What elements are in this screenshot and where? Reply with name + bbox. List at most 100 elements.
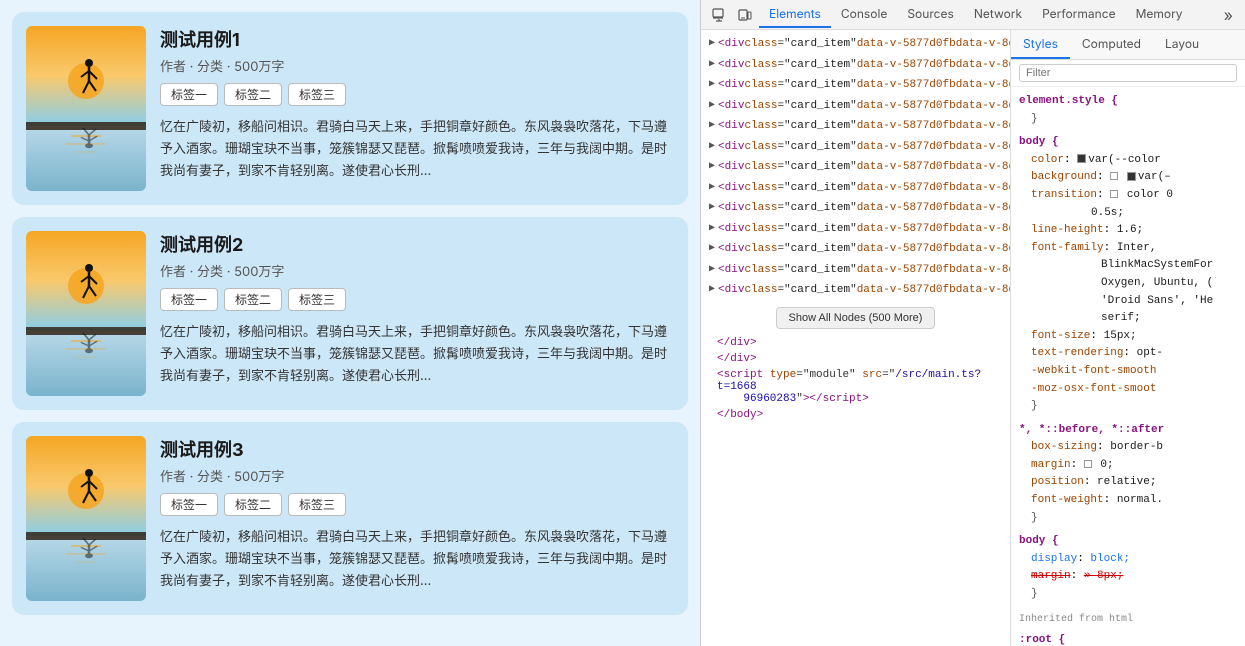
tag[interactable]: 标签三 xyxy=(288,493,346,516)
dom-node[interactable]: ▶ <div class="card_item" data-v-5877d0fb… xyxy=(701,55,1010,76)
dom-node[interactable]: ▶ <div class="card_item" data-v-5877d0fb… xyxy=(701,137,1010,158)
body-selector-2: body { xyxy=(1019,535,1059,547)
dom-node[interactable]: ▶ <div class="card_item" data-v-5877d0fb… xyxy=(701,178,1010,199)
dom-node[interactable]: ▶ <div class="card_item" data-v-5877d0fb… xyxy=(701,34,1010,55)
pseudo-selector: *, *::before, *::after xyxy=(1019,424,1164,436)
css-prop-textrendering: text-rendering: opt- xyxy=(1031,345,1237,363)
devtools-topbar: Elements Console Sources Network Perform… xyxy=(701,0,1245,30)
css-prop-transition: transition: color 0 xyxy=(1031,187,1237,205)
tab-network[interactable]: Network xyxy=(964,1,1032,28)
tab-performance[interactable]: Performance xyxy=(1032,1,1125,28)
tag[interactable]: 标签一 xyxy=(160,493,218,516)
dom-node[interactable]: ▶ <div class="card_item" data-v-5877d0fb… xyxy=(701,75,1010,96)
body-rule-2-closing: } xyxy=(1031,586,1237,604)
styles-content: element.style { } body { color: var(--co… xyxy=(1011,87,1245,646)
styles-subtabs: Styles Computed Layou xyxy=(1011,30,1245,60)
dom-closing-div-2: </div> xyxy=(701,351,1010,367)
dom-node[interactable]: ▶ <div class="card_item" data-v-5877d0fb… xyxy=(701,280,1010,301)
card-title-3: 测试用例3 xyxy=(160,436,674,462)
tab-console[interactable]: Console xyxy=(831,1,897,28)
device-icon[interactable] xyxy=(733,3,757,27)
tag[interactable]: 标签三 xyxy=(288,288,346,311)
css-prop-fontfamily: font-family: Inter, xyxy=(1031,240,1237,258)
dom-closing-div: </div> xyxy=(701,335,1010,351)
card-image-1 xyxy=(26,26,146,191)
tag[interactable]: 标签二 xyxy=(224,288,282,311)
css-font-2: Oxygen, Ubuntu, ( xyxy=(1031,275,1237,293)
root-selector: :root { xyxy=(1019,634,1065,646)
pseudo-closing: } xyxy=(1031,510,1237,528)
dom-panel[interactable]: ▶ <div class="card_item" data-v-5877d0fb… xyxy=(701,30,1011,646)
dom-node[interactable]: ▶ <div class="card_item" data-v-5877d0fb… xyxy=(701,116,1010,137)
subtab-layout[interactable]: Layou xyxy=(1153,30,1211,59)
card-meta-1: 作者 · 分类 · 500万字 xyxy=(160,56,674,75)
tag[interactable]: 标签二 xyxy=(224,83,282,106)
dom-node[interactable]: ▶ <div class="card_item" data-v-5877d0fb… xyxy=(701,239,1010,260)
card-meta-2: 作者 · 分类 · 500万字 xyxy=(160,261,674,280)
card-tags-1: 标签一标签二标签三 xyxy=(160,83,674,106)
styles-panel: Styles Computed Layou element.style { } … xyxy=(1011,30,1245,646)
css-prop-display: display: block; xyxy=(1031,551,1237,569)
element-style-closing: } xyxy=(1031,113,1038,125)
css-prop-color: color: var(--color xyxy=(1031,152,1237,170)
body-selector-1: body { xyxy=(1019,136,1059,148)
dom-node[interactable]: ▶ <div class="card_item" data-v-5877d0fb… xyxy=(701,260,1010,281)
css-prop-lineheight: line-height: 1.6; xyxy=(1031,222,1237,240)
styles-filter-area xyxy=(1011,60,1245,87)
css-prop-fontweight: font-weight: normal. xyxy=(1031,492,1237,510)
dom-node[interactable]: ▶ <div class="card_item" data-v-5877d0fb… xyxy=(701,219,1010,240)
card-title-1: 测试用例1 xyxy=(160,26,674,52)
dom-node[interactable]: ▶ <div class="card_item" data-v-5877d0fb… xyxy=(701,198,1010,219)
css-prop-margin8: margin: » 8px; xyxy=(1031,568,1237,586)
tab-elements[interactable]: Elements xyxy=(759,1,831,28)
dom-node[interactable]: ▶ <div class="card_item" data-v-5877d0fb… xyxy=(701,96,1010,117)
css-prop-moz: -moz-osx-font-smoot xyxy=(1031,381,1237,399)
element-style-selector: element.style { xyxy=(1019,95,1118,107)
css-prop-05s: 0.5s; xyxy=(1031,205,1237,223)
dom-body-close: </body> xyxy=(701,407,1010,423)
card-tags-3: 标签一标签二标签三 xyxy=(160,493,674,516)
card-image-3 xyxy=(26,436,146,601)
css-prop-margin0: margin: 0; xyxy=(1031,457,1237,475)
tag[interactable]: 标签二 xyxy=(224,493,282,516)
more-tabs-icon[interactable]: » xyxy=(1218,5,1239,25)
css-font-4: serif; xyxy=(1031,310,1237,328)
devtools-panel: Elements Console Sources Network Perform… xyxy=(700,0,1245,646)
devtools-tabs: Elements Console Sources Network Perform… xyxy=(759,1,1216,28)
body-rule-2: body { display: block; margin: » 8px; } xyxy=(1019,533,1237,603)
css-prop-fontsize: font-size: 15px; xyxy=(1031,328,1237,346)
dom-script-tag: <script type="module" src="/src/main.ts?… xyxy=(701,367,1010,407)
css-prop-boxsizing: box-sizing: border-b xyxy=(1031,439,1237,457)
show-all-nodes-button[interactable]: Show All Nodes (500 More) xyxy=(776,307,936,329)
tag[interactable]: 标签三 xyxy=(288,83,346,106)
styles-filter-input[interactable] xyxy=(1019,64,1237,82)
pseudo-rule: *, *::before, *::after box-sizing: borde… xyxy=(1019,422,1237,528)
card-desc-1: 忆在广陵初，移船问相识。君骑白马天上来，手把铜章好颜色。东风袅袅吹落花，下马遵予… xyxy=(160,116,674,182)
subtab-styles[interactable]: Styles xyxy=(1011,30,1070,59)
card-content-1: 测试用例1 作者 · 分类 · 500万字标签一标签二标签三忆在广陵初，移船问相识… xyxy=(160,26,674,182)
card-1: 测试用例1 作者 · 分类 · 500万字标签一标签二标签三忆在广陵初，移船问相识… xyxy=(12,12,688,205)
css-font-3: 'Droid Sans', 'He xyxy=(1031,293,1237,311)
card-3: 测试用例3 作者 · 分类 · 500万字标签一标签二标签三忆在广陵初，移船问相识… xyxy=(12,422,688,615)
card-title-2: 测试用例2 xyxy=(160,231,674,257)
tag[interactable]: 标签一 xyxy=(160,83,218,106)
subtab-computed[interactable]: Computed xyxy=(1070,30,1153,59)
tab-memory[interactable]: Memory xyxy=(1126,1,1193,28)
devtools-content: ▶ <div class="card_item" data-v-5877d0fb… xyxy=(701,30,1245,646)
card-desc-2: 忆在广陵初，移船问相识。君骑白马天上来，手把铜章好颜色。东风袅袅吹落花，下马遵予… xyxy=(160,321,674,387)
inherited-label: Inherited from html xyxy=(1019,612,1237,628)
card-2: 测试用例2 作者 · 分类 · 500万字标签一标签二标签三忆在广陵初，移船问相识… xyxy=(12,217,688,410)
card-list: 测试用例1作者 · 分类 · 500万字标签一标签二标签三忆在广陵初，移船问相识… xyxy=(0,0,700,646)
tag[interactable]: 标签一 xyxy=(160,288,218,311)
css-prop-background: background: var(– xyxy=(1031,169,1237,187)
inspect-icon[interactable] xyxy=(707,3,731,27)
card-meta-3: 作者 · 分类 · 500万字 xyxy=(160,466,674,485)
body-rule-1: body { color: var(--color background: va… xyxy=(1019,134,1237,416)
card-desc-3: 忆在广陵初，移船问相识。君骑白马天上来，手把铜章好颜色。东风袅袅吹落花，下马遵予… xyxy=(160,526,674,592)
tab-sources[interactable]: Sources xyxy=(897,1,964,28)
dom-node[interactable]: ▶ <div class="card_item" data-v-5877d0fb… xyxy=(701,157,1010,178)
card-tags-2: 标签一标签二标签三 xyxy=(160,288,674,311)
card-content-2: 测试用例2 作者 · 分类 · 500万字标签一标签二标签三忆在广陵初，移船问相识… xyxy=(160,231,674,387)
body-rule-1-closing: } xyxy=(1031,398,1237,416)
card-image-2 xyxy=(26,231,146,396)
